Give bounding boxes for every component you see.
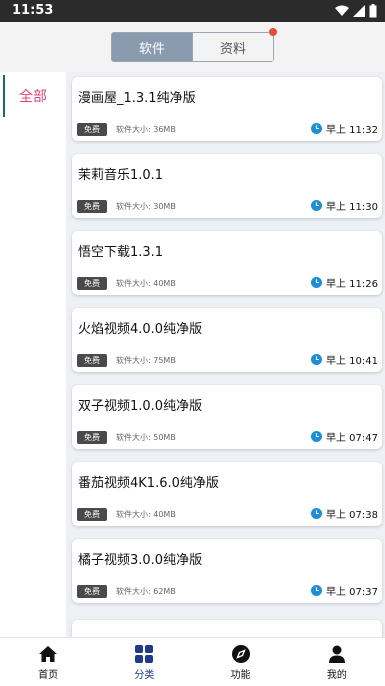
header: 软件 资料 [0,22,385,72]
nav-home-label: 首页 [38,669,59,681]
time-info: 早上 07:38 [311,506,378,521]
app-title: 双子视频1.0.0纯净版 [78,399,203,414]
tab-software[interactable]: 软件 [112,33,192,61]
sidebar-item-all[interactable]: 全部 [0,75,66,117]
status-time: 11:53 [12,3,54,18]
app-size: 软件大小: 40MB [116,510,176,519]
nav-category[interactable]: 分类 [96,638,192,686]
clock-icon [311,585,322,596]
app-time: 早上 10:41 [326,356,378,367]
nav-profile-label: 我的 [326,669,347,681]
app-time: 早上 11:32 [326,125,378,136]
app-size: 软件大小: 62MB [116,587,176,596]
home-icon [39,645,58,662]
nav-home[interactable]: 首页 [0,638,96,686]
nav-features-label: 功能 [230,669,251,681]
list-item[interactable]: 漫画屋_1.3.1纯净版 免费 软件大小: 36MB 早上 11:32 [72,77,382,141]
list-item-partial[interactable] [72,620,382,637]
app-title: 悟空下载1.3.1 [78,245,164,260]
category-sidebar: 全部 [0,72,66,637]
time-info: 早上 11:32 [311,121,378,136]
bottom-nav: 首页 分类 功能 我的 [0,637,385,686]
segmented-control: 软件 资料 [111,28,277,62]
app-title: 茉莉音乐1.0.1 [78,168,164,183]
time-info: 早上 11:26 [311,275,378,290]
compass-icon [231,644,250,663]
list-item[interactable]: 火焰视频4.0.0纯净版 免费 软件大小: 75MB 早上 10:41 [72,308,382,372]
time-info: 早上 10:41 [311,352,378,367]
clock-icon [311,354,322,365]
app-time: 早上 07:47 [326,433,378,444]
free-badge: 免费 [77,123,107,136]
clock-icon [311,431,322,442]
user-icon [328,645,345,663]
list-item[interactable]: 茉莉音乐1.0.1 免费 软件大小: 30MB 早上 11:30 [72,154,382,218]
list-item[interactable]: 悟空下载1.3.1 免费 软件大小: 40MB 早上 11:26 [72,231,382,295]
clock-icon [311,508,322,519]
app-time: 早上 07:37 [326,587,378,598]
app-size: 软件大小: 40MB [116,279,176,288]
app-title: 番茄视频4K1.6.0纯净版 [78,476,219,491]
signal-icon [353,5,365,17]
clock-icon [311,123,322,134]
tab-materials[interactable]: 资料 [192,33,273,61]
free-badge: 免费 [77,200,107,213]
nav-profile[interactable]: 我的 [289,638,385,686]
app-size: 软件大小: 36MB [116,125,176,134]
app-time: 早上 11:30 [326,202,378,213]
wifi-icon [335,5,349,16]
free-badge: 免费 [77,508,107,521]
app-time: 早上 11:26 [326,279,378,290]
time-info: 早上 11:30 [311,198,378,213]
app-time: 早上 07:38 [326,510,378,521]
nav-features[interactable]: 功能 [193,638,289,686]
free-badge: 免费 [77,354,107,367]
status-bar: 11:53 [0,0,385,22]
app-size: 软件大小: 50MB [116,433,176,442]
battery-icon [369,4,377,18]
notification-dot [269,28,277,36]
time-info: 早上 07:37 [311,583,378,598]
list-item[interactable]: 橘子视频3.0.0纯净版 免费 软件大小: 62MB 早上 07:37 [72,539,382,603]
app-title: 橘子视频3.0.0纯净版 [78,553,203,568]
app-list: 漫画屋_1.3.1纯净版 免费 软件大小: 36MB 早上 11:32 茉莉音乐… [66,72,385,637]
clock-icon [311,277,322,288]
status-icons [335,3,377,19]
list-item[interactable]: 番茄视频4K1.6.0纯净版 免费 软件大小: 40MB 早上 07:38 [72,462,382,526]
clock-icon [311,200,322,211]
free-badge: 免费 [77,277,107,290]
time-info: 早上 07:47 [311,429,378,444]
app-size: 软件大小: 30MB [116,202,176,211]
grid-icon [135,644,154,663]
app-title: 漫画屋_1.3.1纯净版 [78,91,196,106]
list-item[interactable]: 双子视频1.0.0纯净版 免费 软件大小: 50MB 早上 07:47 [72,385,382,449]
app-size: 软件大小: 75MB [116,356,176,365]
app-title: 火焰视频4.0.0纯净版 [78,322,203,337]
free-badge: 免费 [77,431,107,444]
nav-category-label: 分类 [134,669,155,681]
free-badge: 免费 [77,585,107,598]
